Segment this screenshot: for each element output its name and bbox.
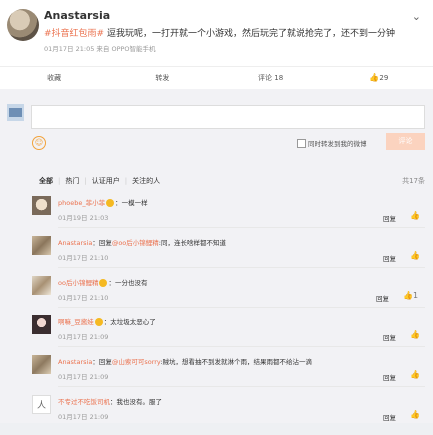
commenter-avatar[interactable] — [32, 236, 51, 255]
favorite-button[interactable]: 收藏 — [0, 67, 108, 89]
my-avatar — [7, 104, 24, 121]
comment-filters: 全部 | 热门 | 认证用户 | 关注的人 — [39, 177, 161, 185]
commenter-avatar[interactable] — [32, 355, 51, 374]
comment-like-button[interactable]: 👍 — [410, 251, 420, 260]
comment-body: ：一模一样 — [115, 199, 148, 207]
filter-hot[interactable]: 热门 — [65, 177, 79, 185]
comment-user[interactable]: Anastarsia — [58, 239, 92, 247]
comment-like-count: 1 — [412, 291, 419, 300]
commenter-avatar[interactable] — [32, 196, 51, 215]
comment-body: :贼坑，想看抽不到发就淋个雨，结果雨都不给沾一滴 — [160, 358, 312, 366]
comment-text: 不专过不吃饭司机：我也没有。服了 — [58, 396, 162, 406]
comment-time: 01月17日 21:09 — [58, 333, 109, 341]
comment-text: Anastarsia：回复@oo后小锦鲤精:同，连长啥样都不知道 — [58, 237, 226, 247]
user-badge-icon — [99, 279, 108, 287]
filter-following[interactable]: 关注的人 — [132, 177, 160, 185]
post-meta: 01月17日 21:05 来自 OPPO智能手机 — [44, 45, 156, 53]
like-count: 29 — [379, 74, 389, 82]
comment-item: Anastarsia：回复@oo后小锦鲤精:同，连长啥样都不知道 01月17日 … — [0, 236, 433, 276]
commenter-avatar[interactable] — [32, 395, 51, 414]
comment-text: 啊嘛_豆酱娃 ：太垃圾太恶心了 — [58, 316, 156, 326]
comment-like-button[interactable]: 👍 — [410, 211, 420, 220]
reply-button[interactable]: 回复 — [383, 412, 396, 422]
repost-button[interactable]: 转发 — [108, 67, 216, 89]
comment-total: 共17条 — [402, 177, 425, 185]
comment-user[interactable]: Anastarsia — [58, 358, 92, 366]
author-name[interactable]: Anastarsia — [44, 9, 110, 22]
filter-all[interactable]: 全部 — [39, 177, 53, 185]
reply-button[interactable]: 回复 — [383, 213, 396, 223]
comment-user[interactable]: phoebe_菲小菲 — [58, 199, 105, 207]
mention-link[interactable]: @oo后小锦鲤精 — [112, 239, 159, 247]
weibo-post-card: Anastarsia ⌄ #抖音红包雨# 逗我玩呢，一打开就一个小游戏，然后玩完… — [0, 0, 433, 423]
forward-label[interactable]: 同时转发到我的微博 — [308, 138, 367, 148]
comment-like-button[interactable]: 👍 — [410, 330, 420, 339]
divider — [58, 307, 425, 308]
reply-button[interactable]: 回复 — [383, 332, 396, 342]
comment-text: phoebe_菲小菲 ：一模一样 — [58, 197, 148, 207]
divider — [58, 267, 425, 268]
like-button[interactable]: 👍29 — [325, 67, 433, 89]
comment-body: ：我也没有。服了 — [110, 398, 162, 406]
comment-like-button[interactable]: 👍 — [410, 410, 420, 419]
divider — [58, 346, 425, 347]
comment-like-button[interactable]: 👍1 — [403, 291, 418, 300]
comment-like-button[interactable]: 👍 — [410, 370, 420, 379]
topic-link[interactable]: #抖音红包雨# — [44, 29, 104, 39]
comment-reply-prefix: ：回复 — [92, 239, 112, 247]
action-bar: 收藏 转发 评论 18 👍29 — [0, 66, 433, 90]
forward-checkbox[interactable] — [297, 139, 306, 148]
comment-body: ：太垃圾太恶心了 — [103, 318, 156, 326]
user-badge-icon — [94, 318, 103, 326]
user-badge-icon — [106, 199, 115, 207]
post-body: 逗我玩呢，一打开就一个小游戏，然后玩完了就说抢完了，还不到一分钟 — [104, 29, 395, 39]
filter-verified[interactable]: 认证用户 — [92, 177, 120, 185]
divider — [58, 386, 425, 387]
comment-body: ：一分也没有 — [108, 279, 148, 287]
reply-button[interactable]: 回复 — [376, 293, 389, 303]
comment-item: 不专过不吃饭司机：我也没有。服了 01月17日 21:09 回复 👍 — [0, 395, 433, 435]
comment-user[interactable]: 不专过不吃饭司机 — [58, 398, 110, 406]
comment-user[interactable]: 啊嘛_豆酱娃 — [58, 318, 94, 326]
comment-item: oo后小锦鲤精 ：一分也没有 01月17日 21:10 回复 👍1 — [0, 276, 433, 316]
mention-link[interactable]: @山索可可sorry — [112, 358, 160, 366]
comment-reply-prefix: ：回复 — [92, 358, 112, 366]
comment-time: 01月17日 21:09 — [58, 373, 109, 381]
comment-button[interactable]: 评论 18 — [217, 67, 325, 89]
comment-item: Anastarsia：回复@山索可可sorry:贼坑，想看抽不到发就淋个雨，结果… — [0, 355, 433, 395]
reply-button[interactable]: 回复 — [383, 372, 396, 382]
comment-item: 啊嘛_豆酱娃 ：太垃圾太恶心了 01月17日 21:09 回复 👍 — [0, 315, 433, 355]
emoji-icon[interactable]: ☺ — [32, 136, 46, 150]
commenter-avatar[interactable] — [32, 276, 51, 295]
post-text: #抖音红包雨# 逗我玩呢，一打开就一个小游戏，然后玩完了就说抢完了，还不到一分钟 — [44, 26, 395, 39]
author-avatar[interactable] — [7, 9, 39, 41]
submit-comment-button[interactable]: 评论 — [386, 133, 425, 150]
reply-button[interactable]: 回复 — [383, 253, 396, 263]
comment-item: phoebe_菲小菲 ：一模一样 01月19日 21:03 回复 👍 — [0, 196, 433, 236]
comment-time: 01月17日 21:10 — [58, 254, 109, 262]
comment-time: 01月19日 21:03 — [58, 214, 109, 222]
thumbs-up-icon: 👍 — [369, 73, 380, 82]
comment-body: :同，连长啥样都不知道 — [158, 239, 226, 247]
comment-section: ☺ 同时转发到我的微博 评论 全部 | 热门 | 认证用户 | 关注的人 共17条 phoe… — [0, 89, 433, 423]
comment-text: oo后小锦鲤精 ：一分也没有 — [58, 277, 147, 287]
comment-input[interactable] — [31, 105, 425, 129]
comment-text: Anastarsia：回复@山索可可sorry:贼坑，想看抽不到发就淋个雨，结果… — [58, 356, 312, 366]
chevron-down-icon[interactable]: ⌄ — [412, 10, 421, 23]
commenter-avatar[interactable] — [32, 315, 51, 334]
comment-time: 01月17日 21:10 — [58, 294, 109, 302]
divider — [58, 227, 425, 228]
comment-user[interactable]: oo后小锦鲤精 — [58, 279, 98, 287]
comment-time: 01月17日 21:09 — [58, 413, 109, 421]
